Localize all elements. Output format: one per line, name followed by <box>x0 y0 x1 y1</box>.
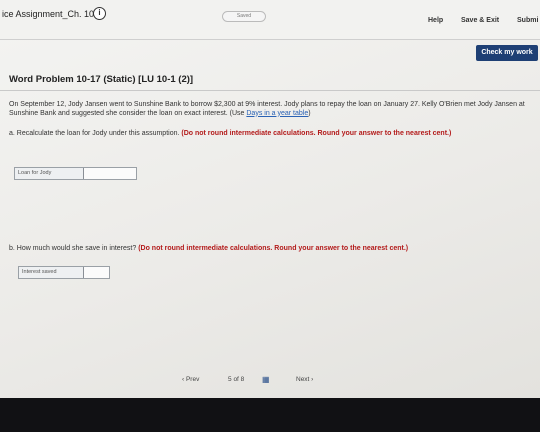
total-pages: 8 <box>240 376 245 383</box>
days-in-year-table-link[interactable]: Days in a year table <box>246 110 308 117</box>
problem-statement: On September 12, Jody Jansen went to Sun… <box>9 101 529 118</box>
question-a-instruction: (Do not round intermediate calculations.… <box>181 130 452 137</box>
page-indicator: 5 of 8 <box>228 376 244 383</box>
question-a-text: a. Recalculate the loan for Jody under t… <box>9 130 182 137</box>
loan-for-jody-field: Loan for Jody <box>14 167 137 180</box>
question-b: b. How much would she save in interest? … <box>9 245 529 254</box>
info-icon[interactable]: i <box>93 7 106 20</box>
question-a: a. Recalculate the loan for Jody under t… <box>9 130 529 139</box>
prev-button[interactable]: ‹ Prev <box>182 376 199 383</box>
monitor-bezel <box>0 398 540 432</box>
interest-saved-label: Interest saved <box>22 269 57 275</box>
interest-saved-input[interactable] <box>83 267 109 278</box>
assignment-title: ice Assignment_Ch. 10 <box>2 9 95 19</box>
submit-button[interactable]: Submi <box>517 17 538 24</box>
assignment-screen: ice Assignment_Ch. 10 i Saved Help Save … <box>0 0 540 398</box>
top-bar: ice Assignment_Ch. 10 i Saved Help Save … <box>0 0 540 40</box>
interest-saved-field: Interest saved <box>18 266 110 279</box>
saved-status-badge: Saved <box>222 11 266 22</box>
help-button[interactable]: Help <box>428 17 443 24</box>
grid-icon[interactable]: ▦ <box>262 375 270 384</box>
check-my-work-button[interactable]: Check my work <box>476 45 538 61</box>
page-of-label: of <box>233 376 239 383</box>
loan-for-jody-input[interactable] <box>83 168 136 179</box>
problem-text-end: ) <box>308 109 311 117</box>
title-divider <box>0 90 540 91</box>
problem-title: Word Problem 10-17 (Static) [LU 10-1 (2)… <box>9 74 194 85</box>
question-b-text: b. How much would she save in interest? <box>9 245 139 252</box>
loan-for-jody-label: Loan for Jody <box>18 170 52 176</box>
question-b-instruction: (Do not round intermediate calculations.… <box>138 245 409 252</box>
save-exit-button[interactable]: Save & Exit <box>461 17 499 24</box>
next-button[interactable]: Next › <box>296 376 313 383</box>
current-page: 5 <box>228 376 232 383</box>
